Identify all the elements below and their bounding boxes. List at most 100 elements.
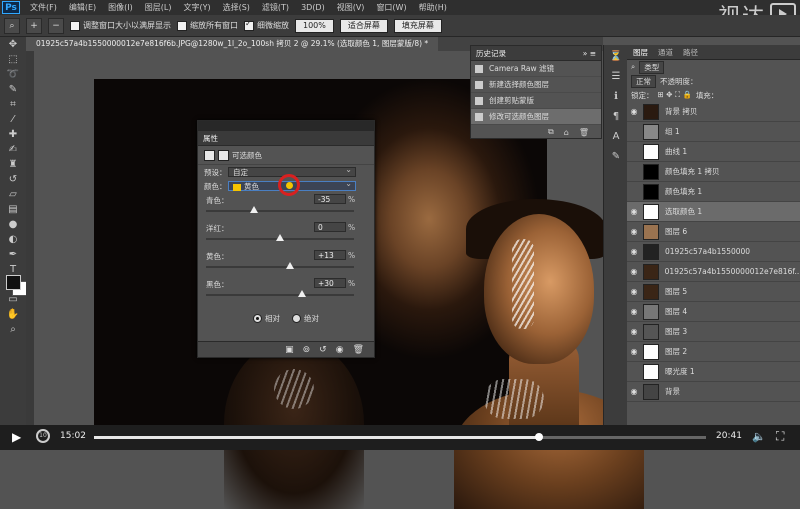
tab-layers[interactable]: 图层 bbox=[633, 47, 648, 58]
trash-icon[interactable]: 🗑 bbox=[579, 128, 589, 137]
slider-value-input[interactable]: +30 bbox=[314, 278, 346, 288]
menu-type[interactable]: 文字(Y) bbox=[177, 2, 216, 13]
gradient-tool-icon[interactable]: ▤ bbox=[3, 203, 23, 217]
slider-thumb[interactable] bbox=[250, 206, 259, 213]
brush-tool-icon[interactable]: ✍ bbox=[3, 143, 23, 157]
info-panel-icon[interactable]: ℹ bbox=[608, 89, 624, 105]
brush-panel-icon[interactable]: ✎ bbox=[608, 149, 624, 165]
visibility-eye-icon[interactable]: ◉ bbox=[627, 267, 641, 276]
move-tool-icon[interactable]: ✥ bbox=[3, 38, 23, 52]
history-item[interactable]: 创建剪贴蒙版 bbox=[471, 93, 601, 109]
quick-select-tool-icon[interactable]: ✎ bbox=[3, 83, 23, 97]
trash-icon[interactable]: 🗑 bbox=[353, 345, 364, 355]
resize-windows-checkbox[interactable]: 调整窗口大小以满屏显示 bbox=[70, 20, 171, 31]
menu-image[interactable]: 图像(I) bbox=[102, 2, 139, 13]
layer-row[interactable]: ◉ 01925c57a4b1550000 bbox=[627, 242, 800, 262]
layer-row[interactable]: ◉ 图层 2 bbox=[627, 342, 800, 362]
history-item[interactable]: Camera Raw 滤镜 bbox=[471, 61, 601, 77]
menu-layer[interactable]: 图层(L) bbox=[139, 2, 178, 13]
blur-tool-icon[interactable]: ● bbox=[3, 218, 23, 232]
history-brush-icon[interactable]: ↺ bbox=[3, 173, 23, 187]
slider-track[interactable] bbox=[206, 294, 354, 296]
slider-value-input[interactable]: 0 bbox=[314, 222, 346, 232]
visibility-eye-icon[interactable]: ◉ bbox=[627, 387, 641, 396]
new-document-icon[interactable]: ⧉ bbox=[548, 127, 554, 137]
visibility-eye-icon[interactable]: ◉ bbox=[627, 287, 641, 296]
clip-to-layer-icon[interactable]: ▣ bbox=[285, 345, 294, 355]
progress-knob[interactable] bbox=[534, 433, 543, 441]
layer-row[interactable]: 组 1 bbox=[627, 122, 800, 142]
layer-row[interactable]: ◉ 图层 6 bbox=[627, 222, 800, 242]
eraser-tool-icon[interactable]: ▱ bbox=[3, 188, 23, 202]
visibility-eye-icon[interactable]: ◉ bbox=[627, 307, 641, 316]
layer-row[interactable]: 颜色填充 1 拷贝 bbox=[627, 162, 800, 182]
character-panel-icon[interactable]: A bbox=[608, 129, 624, 145]
menu-help[interactable]: 帮助(H) bbox=[413, 2, 453, 13]
zoom-out-icon[interactable]: − bbox=[48, 17, 64, 34]
layer-filter-dropdown[interactable]: 类型 bbox=[639, 60, 665, 74]
reset-icon[interactable]: ↺ bbox=[319, 345, 327, 355]
slider-track[interactable] bbox=[206, 266, 354, 268]
visibility-eye-icon[interactable]: ◉ bbox=[627, 327, 641, 336]
mask-icon[interactable] bbox=[218, 149, 229, 161]
slider-value-input[interactable]: +13 bbox=[314, 250, 346, 260]
visibility-eye-icon[interactable]: ◉ bbox=[627, 347, 641, 356]
menu-select[interactable]: 选择(S) bbox=[217, 2, 256, 13]
stamp-tool-icon[interactable]: ♜ bbox=[3, 158, 23, 172]
layer-row[interactable]: ◉ 图层 4 bbox=[627, 302, 800, 322]
eyedropper-tool-icon[interactable]: ⁄ bbox=[3, 113, 23, 127]
history-item[interactable]: 修改可选颜色图层 bbox=[471, 109, 601, 125]
tab-paths[interactable]: 路径 bbox=[683, 47, 698, 58]
tab-channels[interactable]: 通道 bbox=[658, 47, 673, 58]
visibility-eye-icon[interactable]: ◉ bbox=[336, 345, 344, 355]
volume-icon[interactable]: 🔈 bbox=[752, 430, 766, 443]
layer-row[interactable]: ◉ 图层 5 bbox=[627, 282, 800, 302]
visibility-eye-icon[interactable]: ◉ bbox=[627, 247, 641, 256]
fullscreen-icon[interactable]: ⛶ bbox=[776, 429, 784, 444]
layer-row[interactable]: ◉ 背景 拷贝 bbox=[627, 102, 800, 122]
slider-value-input[interactable]: -35 bbox=[314, 194, 346, 204]
visibility-eye-icon[interactable]: ◉ bbox=[627, 107, 641, 116]
scrubby-zoom-checkbox[interactable]: 细微缩放 bbox=[244, 19, 289, 31]
slider-thumb[interactable] bbox=[285, 262, 294, 269]
history-panel-icon[interactable]: ⏳ bbox=[608, 49, 624, 65]
dodge-tool-icon[interactable]: ◐ bbox=[3, 233, 23, 247]
panel-drag-bar[interactable] bbox=[198, 121, 374, 131]
layer-row[interactable]: 曲线 1 bbox=[627, 142, 800, 162]
lasso-tool-icon[interactable]: ➰ bbox=[3, 68, 23, 82]
fit-screen-button[interactable]: 适合屏幕 bbox=[339, 18, 388, 33]
menu-filter[interactable]: 滤镜(T) bbox=[256, 2, 295, 13]
slider-thumb[interactable] bbox=[276, 234, 284, 241]
play-icon[interactable]: ▶ bbox=[12, 430, 21, 444]
hand-tool-icon[interactable]: ✋ bbox=[3, 308, 23, 322]
menu-edit[interactable]: 编辑(E) bbox=[63, 2, 102, 13]
menu-3d[interactable]: 3D(D) bbox=[295, 3, 331, 12]
layer-row[interactable]: ◉ 01925c57a4b1550000012e7e816f... bbox=[627, 262, 800, 282]
menu-window[interactable]: 窗口(W) bbox=[370, 2, 412, 13]
foreground-color-swatch[interactable] bbox=[6, 275, 21, 290]
visibility-eye-icon[interactable]: ◉ bbox=[627, 207, 641, 216]
lock-icons[interactable]: ⊞ ✥ ⛶ 🔒 bbox=[658, 90, 692, 100]
properties-panel-icon[interactable]: ☰ bbox=[608, 69, 624, 85]
zoom-tool-icon[interactable]: ⌕ bbox=[4, 17, 20, 34]
layer-row[interactable]: 颜色填充 1 bbox=[627, 182, 800, 202]
view-previous-icon[interactable]: ⊚ bbox=[303, 345, 311, 355]
zoom-100-button[interactable]: 100% bbox=[295, 18, 334, 33]
zoom-all-checkbox[interactable]: 缩放所有窗口 bbox=[177, 20, 238, 31]
layer-row[interactable]: 曝光度 1 bbox=[627, 362, 800, 382]
paragraph-panel-icon[interactable]: ¶ bbox=[608, 109, 624, 125]
slider-thumb[interactable] bbox=[298, 290, 307, 297]
adjustment-icon[interactable] bbox=[204, 149, 215, 161]
menu-view[interactable]: 视图(V) bbox=[331, 2, 371, 13]
layer-row[interactable]: ◉ 选取颜色 1 bbox=[627, 202, 800, 222]
layer-row[interactable]: ◉ 图层 3 bbox=[627, 322, 800, 342]
zoom-in-icon[interactable]: + bbox=[26, 17, 42, 34]
layer-row[interactable]: ◉ 背景 bbox=[627, 382, 800, 402]
healing-brush-icon[interactable]: ✚ bbox=[3, 128, 23, 142]
history-item[interactable]: 新建选择颜色图层 bbox=[471, 77, 601, 93]
menu-file[interactable]: 文件(F) bbox=[24, 2, 63, 13]
snapshot-camera-icon[interactable]: ⌂ bbox=[564, 128, 569, 137]
visibility-eye-icon[interactable]: ◉ bbox=[627, 227, 641, 236]
crop-tool-icon[interactable]: ⌗ bbox=[3, 98, 23, 112]
relative-radio[interactable]: 相对 bbox=[253, 313, 280, 324]
